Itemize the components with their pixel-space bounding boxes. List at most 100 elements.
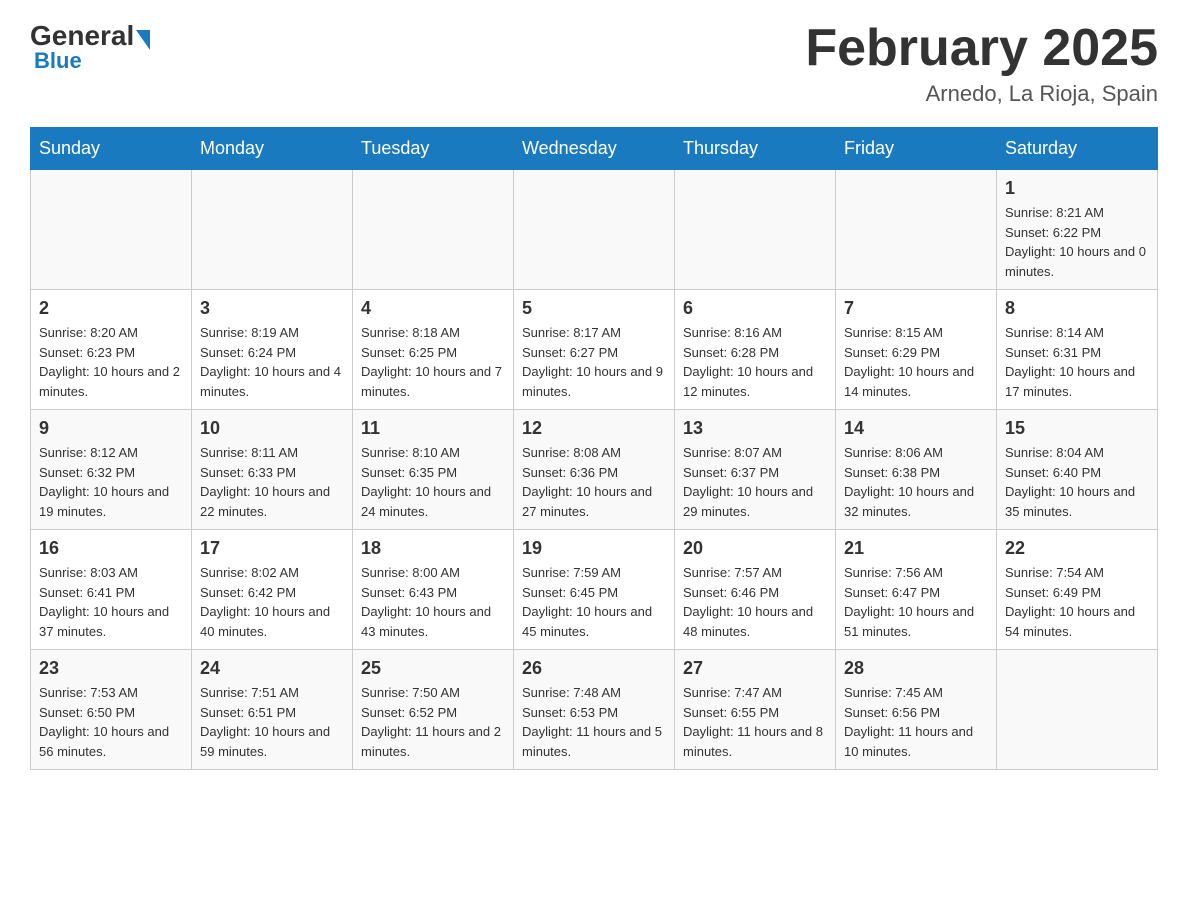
day-number: 27 [683, 658, 827, 679]
day-info: Sunrise: 8:15 AM Sunset: 6:29 PM Dayligh… [844, 323, 988, 401]
month-title: February 2025 [805, 20, 1158, 77]
day-number: 5 [522, 298, 666, 319]
day-number: 1 [1005, 178, 1149, 199]
day-info: Sunrise: 8:19 AM Sunset: 6:24 PM Dayligh… [200, 323, 344, 401]
calendar-cell: 8 Sunrise: 8:14 AM Sunset: 6:31 PM Daylig… [997, 290, 1158, 410]
calendar-cell: 9 Sunrise: 8:12 AM Sunset: 6:32 PM Daylig… [31, 410, 192, 530]
day-number: 24 [200, 658, 344, 679]
calendar-cell: 18 Sunrise: 8:00 AM Sunset: 6:43 PM Dayli… [353, 530, 514, 650]
calendar-cell: 23 Sunrise: 7:53 AM Sunset: 6:50 PM Dayli… [31, 650, 192, 770]
logo-blue-text: Blue [34, 48, 82, 74]
day-info: Sunrise: 8:08 AM Sunset: 6:36 PM Dayligh… [522, 443, 666, 521]
calendar-cell: 22 Sunrise: 7:54 AM Sunset: 6:49 PM Dayli… [997, 530, 1158, 650]
day-info: Sunrise: 7:50 AM Sunset: 6:52 PM Dayligh… [361, 683, 505, 761]
calendar-cell: 16 Sunrise: 8:03 AM Sunset: 6:41 PM Dayli… [31, 530, 192, 650]
calendar-cell: 26 Sunrise: 7:48 AM Sunset: 6:53 PM Dayli… [514, 650, 675, 770]
day-number: 21 [844, 538, 988, 559]
calendar-cell: 7 Sunrise: 8:15 AM Sunset: 6:29 PM Daylig… [836, 290, 997, 410]
day-number: 14 [844, 418, 988, 439]
header-thursday: Thursday [675, 128, 836, 170]
calendar-table: Sunday Monday Tuesday Wednesday Thursday… [30, 127, 1158, 770]
day-number: 23 [39, 658, 183, 679]
day-info: Sunrise: 8:03 AM Sunset: 6:41 PM Dayligh… [39, 563, 183, 641]
day-info: Sunrise: 8:20 AM Sunset: 6:23 PM Dayligh… [39, 323, 183, 401]
day-info: Sunrise: 7:51 AM Sunset: 6:51 PM Dayligh… [200, 683, 344, 761]
day-number: 8 [1005, 298, 1149, 319]
calendar-cell [836, 170, 997, 290]
day-number: 7 [844, 298, 988, 319]
day-info: Sunrise: 7:54 AM Sunset: 6:49 PM Dayligh… [1005, 563, 1149, 641]
calendar-cell: 6 Sunrise: 8:16 AM Sunset: 6:28 PM Daylig… [675, 290, 836, 410]
day-number: 22 [1005, 538, 1149, 559]
header-tuesday: Tuesday [353, 128, 514, 170]
calendar-week-row: 1 Sunrise: 8:21 AM Sunset: 6:22 PM Daylig… [31, 170, 1158, 290]
day-number: 10 [200, 418, 344, 439]
header-saturday: Saturday [997, 128, 1158, 170]
calendar-cell [675, 170, 836, 290]
day-number: 13 [683, 418, 827, 439]
header-monday: Monday [192, 128, 353, 170]
day-info: Sunrise: 7:45 AM Sunset: 6:56 PM Dayligh… [844, 683, 988, 761]
day-number: 3 [200, 298, 344, 319]
calendar-cell [997, 650, 1158, 770]
day-info: Sunrise: 8:02 AM Sunset: 6:42 PM Dayligh… [200, 563, 344, 641]
calendar-cell: 27Sunrise: 7:47 AM Sunset: 6:55 PM Dayli… [675, 650, 836, 770]
header-sunday: Sunday [31, 128, 192, 170]
day-info: Sunrise: 8:14 AM Sunset: 6:31 PM Dayligh… [1005, 323, 1149, 401]
calendar-cell: 20Sunrise: 7:57 AM Sunset: 6:46 PM Dayli… [675, 530, 836, 650]
weekday-header-row: Sunday Monday Tuesday Wednesday Thursday… [31, 128, 1158, 170]
calendar-cell: 24 Sunrise: 7:51 AM Sunset: 6:51 PM Dayli… [192, 650, 353, 770]
day-number: 25 [361, 658, 505, 679]
day-info: Sunrise: 8:00 AM Sunset: 6:43 PM Dayligh… [361, 563, 505, 641]
calendar-cell: 12 Sunrise: 8:08 AM Sunset: 6:36 PM Dayli… [514, 410, 675, 530]
title-section: February 2025 Arnedo, La Rioja, Spain [805, 20, 1158, 107]
calendar-cell [192, 170, 353, 290]
day-number: 20 [683, 538, 827, 559]
calendar-cell: 17 Sunrise: 8:02 AM Sunset: 6:42 PM Dayli… [192, 530, 353, 650]
day-info: Sunrise: 8:17 AM Sunset: 6:27 PM Dayligh… [522, 323, 666, 401]
day-info: Sunrise: 8:18 AM Sunset: 6:25 PM Dayligh… [361, 323, 505, 401]
calendar-cell [353, 170, 514, 290]
calendar-cell: 3 Sunrise: 8:19 AM Sunset: 6:24 PM Daylig… [192, 290, 353, 410]
calendar-cell: 5 Sunrise: 8:17 AM Sunset: 6:27 PM Daylig… [514, 290, 675, 410]
day-number: 6 [683, 298, 827, 319]
day-number: 18 [361, 538, 505, 559]
day-number: 19 [522, 538, 666, 559]
day-number: 16 [39, 538, 183, 559]
day-number: 12 [522, 418, 666, 439]
day-number: 26 [522, 658, 666, 679]
calendar-cell [31, 170, 192, 290]
day-info: Sunrise: 7:56 AM Sunset: 6:47 PM Dayligh… [844, 563, 988, 641]
calendar-week-row: 9 Sunrise: 8:12 AM Sunset: 6:32 PM Daylig… [31, 410, 1158, 530]
day-info: Sunrise: 7:48 AM Sunset: 6:53 PM Dayligh… [522, 683, 666, 761]
calendar-cell: 14Sunrise: 8:06 AM Sunset: 6:38 PM Dayli… [836, 410, 997, 530]
header-wednesday: Wednesday [514, 128, 675, 170]
logo: General Blue [30, 20, 152, 74]
day-info: Sunrise: 7:59 AM Sunset: 6:45 PM Dayligh… [522, 563, 666, 641]
calendar-cell [514, 170, 675, 290]
calendar-cell: 15Sunrise: 8:04 AM Sunset: 6:40 PM Dayli… [997, 410, 1158, 530]
day-info: Sunrise: 8:10 AM Sunset: 6:35 PM Dayligh… [361, 443, 505, 521]
day-number: 4 [361, 298, 505, 319]
day-number: 11 [361, 418, 505, 439]
day-info: Sunrise: 8:16 AM Sunset: 6:28 PM Dayligh… [683, 323, 827, 401]
calendar-cell: 13Sunrise: 8:07 AM Sunset: 6:37 PM Dayli… [675, 410, 836, 530]
calendar-cell: 10Sunrise: 8:11 AM Sunset: 6:33 PM Dayli… [192, 410, 353, 530]
calendar-cell: 21 Sunrise: 7:56 AM Sunset: 6:47 PM Dayli… [836, 530, 997, 650]
day-info: Sunrise: 8:12 AM Sunset: 6:32 PM Dayligh… [39, 443, 183, 521]
calendar-cell: 1 Sunrise: 8:21 AM Sunset: 6:22 PM Daylig… [997, 170, 1158, 290]
day-info: Sunrise: 7:53 AM Sunset: 6:50 PM Dayligh… [39, 683, 183, 761]
day-info: Sunrise: 8:04 AM Sunset: 6:40 PM Dayligh… [1005, 443, 1149, 521]
day-number: 2 [39, 298, 183, 319]
day-number: 9 [39, 418, 183, 439]
day-info: Sunrise: 8:21 AM Sunset: 6:22 PM Dayligh… [1005, 203, 1149, 281]
location-label: Arnedo, La Rioja, Spain [805, 81, 1158, 107]
calendar-cell: 19 Sunrise: 7:59 AM Sunset: 6:45 PM Dayli… [514, 530, 675, 650]
page-header: General Blue February 2025 Arnedo, La Ri… [30, 20, 1158, 107]
day-number: 17 [200, 538, 344, 559]
calendar-cell: 25 Sunrise: 7:50 AM Sunset: 6:52 PM Dayli… [353, 650, 514, 770]
calendar-cell: 2 Sunrise: 8:20 AM Sunset: 6:23 PM Daylig… [31, 290, 192, 410]
calendar-cell: 11 Sunrise: 8:10 AM Sunset: 6:35 PM Dayli… [353, 410, 514, 530]
calendar-cell: 4 Sunrise: 8:18 AM Sunset: 6:25 PM Daylig… [353, 290, 514, 410]
calendar-week-row: 16 Sunrise: 8:03 AM Sunset: 6:41 PM Dayli… [31, 530, 1158, 650]
